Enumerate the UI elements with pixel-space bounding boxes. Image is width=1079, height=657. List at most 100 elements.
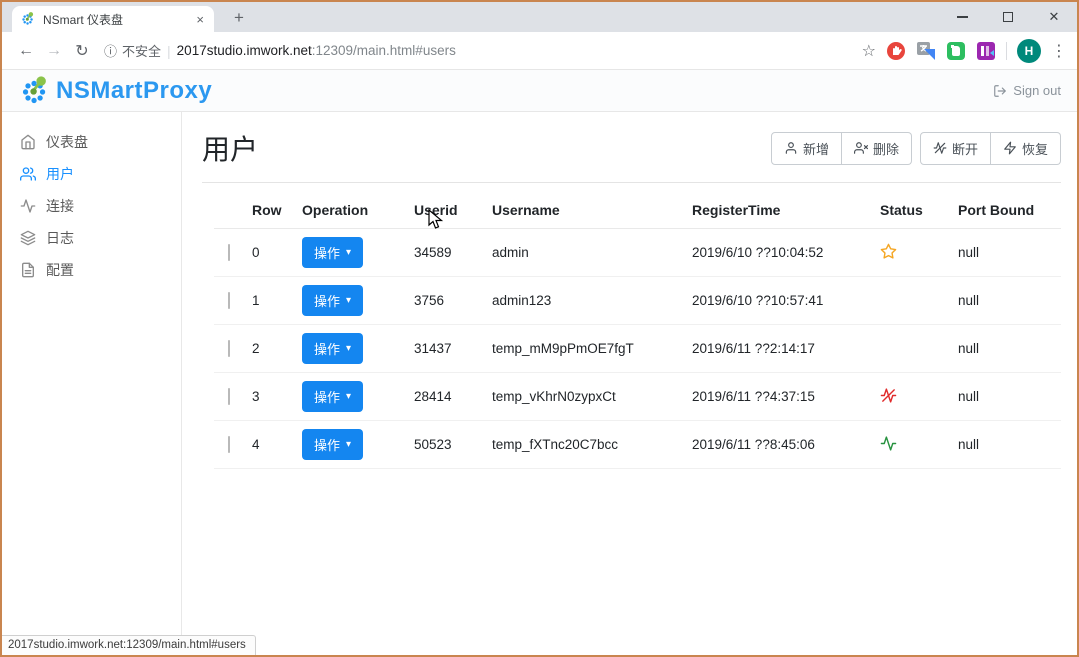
sign-out-label: Sign out xyxy=(1013,83,1061,98)
translate-extension-icon[interactable] xyxy=(916,41,936,61)
recover-button[interactable]: 恢复 xyxy=(991,132,1061,165)
file-text-icon xyxy=(20,262,36,278)
caret-down-icon: ▾ xyxy=(346,248,351,258)
sidebar-item-label: 连接 xyxy=(46,196,74,216)
new-tab-button[interactable]: + xyxy=(226,5,252,31)
cell-register-time: 2019/6/10 ??10:57:41 xyxy=(684,293,872,308)
address-bar[interactable]: ⓘ 不安全 | 2017studio.imwork.net:12309/main… xyxy=(104,41,862,60)
layers-icon xyxy=(20,230,36,246)
cell-port-bound: null xyxy=(950,245,1061,260)
bookmark-star-icon[interactable]: ☆ xyxy=(862,41,876,61)
col-header-userid: Userid xyxy=(406,202,484,218)
operation-label: 操作 xyxy=(314,339,340,358)
sidebar-item-users[interactable]: 用户 xyxy=(2,158,181,190)
sidebar-item-logs[interactable]: 日志 xyxy=(2,222,181,254)
sidebar-item-config[interactable]: 配置 xyxy=(2,254,181,286)
cell-port-bound: null xyxy=(950,389,1061,404)
sidebar-item-label: 日志 xyxy=(46,228,74,248)
home-icon xyxy=(20,134,36,150)
sidebar-item-connections[interactable]: 连接 xyxy=(2,190,181,222)
sidebar-item-dashboard[interactable]: 仪表盘 xyxy=(2,126,181,158)
user-actions-group: 新增 删除 xyxy=(771,132,912,165)
operation-dropdown-button[interactable]: 操作 ▾ xyxy=(302,429,363,460)
cell-row-index: 1 xyxy=(244,293,294,308)
cell-status xyxy=(872,243,950,263)
cell-register-time: 2019/6/11 ??2:14:17 xyxy=(684,341,872,356)
disconnected-status-icon xyxy=(880,387,897,404)
recover-label: 恢复 xyxy=(1022,139,1048,158)
cell-userid: 34589 xyxy=(406,245,484,260)
sign-out-button[interactable]: Sign out xyxy=(993,83,1061,98)
row-checkbox[interactable] xyxy=(228,244,230,261)
zap-icon xyxy=(1003,141,1017,155)
add-user-button[interactable]: 新增 xyxy=(771,132,842,165)
window-maximize-button[interactable] xyxy=(985,2,1031,32)
delete-user-button[interactable]: 删除 xyxy=(842,132,912,165)
cell-register-time: 2019/6/11 ??4:37:15 xyxy=(684,389,872,404)
operation-dropdown-button[interactable]: 操作 ▾ xyxy=(302,237,363,268)
browser-menu-button[interactable]: ⋮ xyxy=(1051,41,1067,61)
table-header-row: Row Operation Userid Username RegisterTi… xyxy=(214,191,1061,229)
row-checkbox[interactable] xyxy=(228,292,230,309)
reload-button[interactable]: ↻ xyxy=(68,37,96,65)
col-header-username: Username xyxy=(484,202,684,218)
user-x-icon xyxy=(854,141,868,155)
table-row: 3 操作▾ 28414 temp_vKhrN0zypxCt 2019/6/11 … xyxy=(214,373,1061,421)
disconnect-button[interactable]: 断开 xyxy=(920,132,991,165)
site-security-info[interactable]: ⓘ 不安全 xyxy=(104,41,161,60)
adblock-extension-icon[interactable] xyxy=(886,41,906,61)
cell-username: admin xyxy=(484,245,684,260)
url-text: 2017studio.imwork.net:12309/main.html#us… xyxy=(177,43,456,58)
row-checkbox[interactable] xyxy=(228,436,230,453)
window-minimize-button[interactable] xyxy=(939,2,985,32)
window-close-button[interactable]: ✕ xyxy=(1031,2,1077,32)
cell-row-index: 3 xyxy=(244,389,294,404)
row-checkbox[interactable] xyxy=(228,388,230,405)
operation-dropdown-button[interactable]: 操作▾ xyxy=(302,381,363,412)
col-header-operation: Operation xyxy=(294,202,406,218)
url-separator: | xyxy=(167,43,171,59)
users-icon xyxy=(20,166,36,182)
profile-avatar[interactable]: H xyxy=(1017,39,1041,63)
sidebar-item-label: 用户 xyxy=(46,164,74,184)
users-table: Row Operation Userid Username RegisterTi… xyxy=(214,191,1061,469)
col-header-row: Row xyxy=(244,202,294,218)
connected-status-icon xyxy=(880,435,897,452)
table-row: 0 操作▾ 34589 admin 2019/6/10 ??10:04:52 n… xyxy=(214,229,1061,277)
col-header-portbound: Port Bound xyxy=(950,202,1061,218)
operation-dropdown-button[interactable]: 操作▾ xyxy=(302,333,363,364)
link-status-bar: 2017studio.imwork.net:12309/main.html#us… xyxy=(2,635,256,655)
window-controls: ✕ xyxy=(939,2,1077,32)
table-row: 4 操作▾ 50523 temp_fXTnc20C7bcc 2019/6/11 … xyxy=(214,421,1061,469)
connection-actions-group: 断开 恢复 xyxy=(920,132,1061,165)
user-icon xyxy=(784,141,798,155)
operation-label: 操作 xyxy=(314,243,340,262)
toolbar-divider xyxy=(1006,42,1007,60)
tab-close-icon[interactable]: × xyxy=(194,12,206,27)
activity-off-icon xyxy=(933,141,947,155)
admin-star-icon xyxy=(880,243,897,260)
operation-dropdown-button[interactable]: 操作▾ xyxy=(302,285,363,316)
cell-username: admin123 xyxy=(484,293,684,308)
back-button[interactable]: ← xyxy=(12,37,40,65)
app-header: NSMartProxy Sign out xyxy=(2,70,1077,112)
forward-button[interactable]: → xyxy=(40,37,68,65)
page-content: 仪表盘 用户 连接 日志 配置 用户 xyxy=(2,112,1077,655)
operation-label: 操作 xyxy=(314,435,340,454)
row-checkbox[interactable] xyxy=(228,340,230,357)
cell-status xyxy=(872,387,950,407)
caret-down-icon: ▾ xyxy=(346,440,351,450)
cell-row-index: 0 xyxy=(244,245,294,260)
browser-toolbar: ← → ↻ ⓘ 不安全 | 2017studio.imwork.net:1230… xyxy=(2,32,1077,70)
page-title: 用户 xyxy=(202,128,258,168)
toolbar-right: ☆ xyxy=(862,39,1067,63)
browser-tab[interactable]: NSmart 仪表盘 × xyxy=(12,6,214,32)
title-divider xyxy=(202,182,1061,183)
tab-title: NSmart 仪表盘 xyxy=(43,11,187,28)
url-path: :12309/main.html#users xyxy=(312,43,456,58)
cell-username: temp_fXTnc20C7bcc xyxy=(484,437,684,452)
cell-row-index: 2 xyxy=(244,341,294,356)
purple-extension-icon[interactable] xyxy=(976,41,996,61)
evernote-extension-icon[interactable] xyxy=(946,41,966,61)
cell-userid: 28414 xyxy=(406,389,484,404)
